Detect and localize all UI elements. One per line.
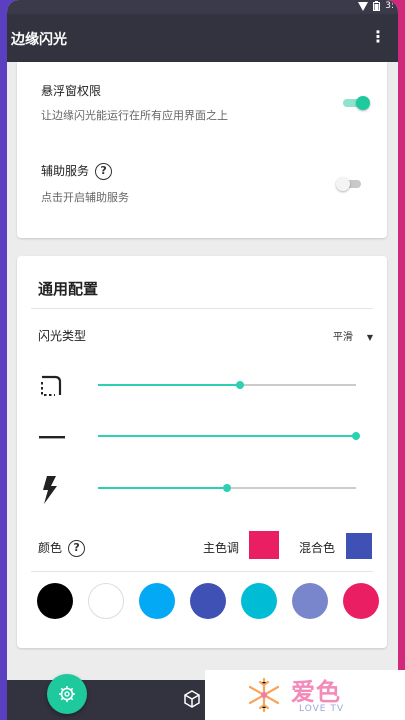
flash-speed-slider[interactable] bbox=[98, 482, 356, 494]
color-swatch-circle[interactable] bbox=[292, 583, 328, 619]
color-swatch-circle[interactable] bbox=[343, 583, 379, 619]
help-icon[interactable]: ? bbox=[95, 163, 113, 180]
corner-radius-slider[interactable] bbox=[98, 379, 356, 391]
app-title: 边缘闪光 bbox=[11, 32, 67, 48]
more-options-icon[interactable]: ⋮ bbox=[370, 27, 386, 46]
color-label-row: 颜色? bbox=[38, 539, 86, 557]
caret-down-icon: ▼ bbox=[366, 333, 373, 342]
status-bar: 3: bbox=[7, 0, 398, 14]
slider-thumb[interactable] bbox=[223, 484, 231, 492]
wifi-icon bbox=[358, 1, 369, 11]
watermark-subtext: LOVE TV bbox=[299, 704, 344, 714]
mix-color-label: 混合色 bbox=[299, 541, 336, 555]
color-swatch-circle[interactable] bbox=[190, 583, 226, 619]
line-width-icon bbox=[39, 436, 65, 439]
accessibility-service-label: 辅助服务 bbox=[41, 164, 90, 178]
general-config-card: 通用配置 闪光类型 平滑 ▼ 颜色 ? 主色调 混合色 bbox=[17, 256, 387, 648]
slider-thumb[interactable] bbox=[352, 432, 360, 440]
color-swatch-circle[interactable] bbox=[88, 583, 124, 619]
line-width-slider[interactable] bbox=[98, 430, 360, 442]
primary-color-label: 主色调 bbox=[203, 541, 240, 555]
battery-icon bbox=[373, 1, 381, 11]
accessibility-service-subtitle: 点击开启辅助服务 bbox=[41, 191, 129, 204]
color-palette bbox=[17, 582, 387, 622]
flash-type-dropdown[interactable]: 平滑 ▼ bbox=[333, 328, 373, 343]
mix-color-swatch[interactable] bbox=[346, 533, 372, 559]
overlay-permission-subtitle: 让边缘闪光能运行在所有应用界面之上 bbox=[41, 109, 228, 122]
app-screen: 3: 边缘闪光 ⋮ 悬浮窗权限 让边缘闪光能运行在所有应用界面之上 辅助服务? … bbox=[7, 0, 398, 720]
primary-color-swatch[interactable] bbox=[249, 531, 279, 559]
flash-type-value: 平滑 bbox=[332, 332, 353, 343]
slider-fill bbox=[98, 435, 356, 437]
slider-fill bbox=[98, 384, 240, 386]
toggle-knob bbox=[356, 96, 370, 110]
snowflake-logo-icon bbox=[248, 677, 280, 713]
watermark: 爱色 LOVE TV bbox=[205, 670, 405, 720]
app-bar: 边缘闪光 ⋮ bbox=[7, 14, 398, 62]
status-time: 3: bbox=[385, 1, 394, 11]
accessibility-service-title: 辅助服务? bbox=[41, 162, 113, 180]
lightning-icon bbox=[43, 476, 57, 504]
section-title: 通用配置 bbox=[38, 280, 99, 298]
permissions-card: 悬浮窗权限 让边缘闪光能运行在所有应用界面之上 辅助服务? 点击开启辅助服务 bbox=[17, 62, 387, 238]
border-corner-icon bbox=[41, 375, 62, 396]
color-swatch-circle[interactable] bbox=[37, 583, 73, 619]
watermark-text: 爱色 bbox=[291, 678, 341, 706]
slider-fill bbox=[98, 487, 227, 489]
flash-type-label: 闪光类型 bbox=[38, 329, 87, 343]
color-label: 颜色 bbox=[38, 541, 63, 555]
accessibility-service-toggle[interactable] bbox=[336, 177, 363, 191]
help-icon[interactable]: ? bbox=[68, 540, 86, 557]
cube-icon[interactable] bbox=[183, 690, 201, 708]
toggle-knob bbox=[336, 177, 350, 191]
gear-icon bbox=[59, 686, 75, 702]
divider bbox=[31, 308, 373, 309]
overlay-permission-title: 悬浮窗权限 bbox=[41, 84, 102, 98]
divider bbox=[31, 571, 373, 572]
color-swatch-circle[interactable] bbox=[241, 583, 277, 619]
slider-thumb[interactable] bbox=[235, 381, 244, 389]
settings-fab-button[interactable] bbox=[47, 674, 87, 714]
color-swatch-circle[interactable] bbox=[139, 583, 175, 619]
overlay-permission-toggle[interactable] bbox=[343, 96, 370, 110]
